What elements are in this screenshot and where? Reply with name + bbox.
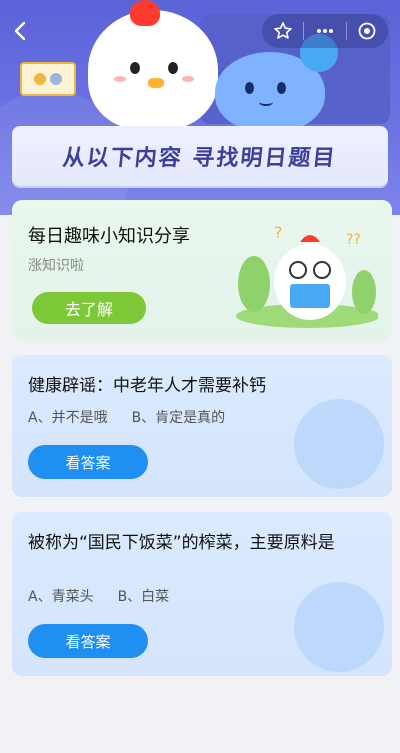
option-b: B、白菜 bbox=[117, 589, 170, 605]
question-options: A、并不是哦 B、肯定是真的 bbox=[28, 407, 225, 427]
ghost-decoration bbox=[294, 399, 384, 489]
question-options: A、青菜头 B、白菜 bbox=[28, 586, 169, 606]
svg-text:?: ? bbox=[274, 223, 283, 242]
question-card: 被称为“国民下饭菜”的榨菜，主要原料是 A、青菜头 B、白菜 看答案 bbox=[12, 512, 392, 676]
target-icon[interactable] bbox=[347, 14, 388, 48]
ghost-decoration bbox=[294, 582, 384, 672]
knowledge-card-title: 每日趣味小知识分享 bbox=[28, 226, 190, 247]
medal-badge-icon[interactable] bbox=[20, 62, 76, 96]
knowledge-card-subtitle: 涨知识啦 bbox=[28, 258, 84, 274]
reading-chick-illustration: ? ?? bbox=[228, 218, 380, 328]
svg-text:??: ?? bbox=[346, 232, 361, 248]
learn-more-button[interactable]: 去了解 bbox=[32, 292, 146, 324]
knowledge-card[interactable]: 每日趣味小知识分享 涨知识啦 去了解 ? ?? bbox=[12, 200, 392, 340]
question-title: 被称为“国民下饭菜”的榨菜，主要原料是 bbox=[28, 533, 335, 553]
star-icon[interactable] bbox=[262, 14, 303, 48]
view-answer-button[interactable]: 看答案 bbox=[28, 445, 148, 479]
gold-medal-icon bbox=[34, 73, 46, 85]
option-a: A、并不是哦 bbox=[28, 410, 108, 426]
banner-title: 从以下内容 寻找明日题目 bbox=[61, 146, 338, 171]
question-title: 健康辟谣：中老年人才需要补钙 bbox=[28, 376, 266, 396]
question-card: 健康辟谣：中老年人才需要补钙 A、并不是哦 B、肯定是真的 看答案 bbox=[12, 355, 392, 497]
miniprogram-capsule bbox=[262, 14, 388, 48]
option-a: A、青菜头 bbox=[28, 589, 94, 605]
chick-comb bbox=[130, 0, 160, 26]
white-chick-mascot bbox=[88, 10, 218, 130]
back-arrow-icon[interactable] bbox=[10, 20, 32, 42]
option-b: B、肯定是真的 bbox=[131, 410, 226, 426]
banner: 从以下内容 寻找明日题目 bbox=[12, 126, 388, 186]
silver-medal-icon bbox=[50, 73, 62, 85]
view-answer-button[interactable]: 看答案 bbox=[28, 624, 148, 658]
more-icon[interactable] bbox=[304, 14, 345, 48]
